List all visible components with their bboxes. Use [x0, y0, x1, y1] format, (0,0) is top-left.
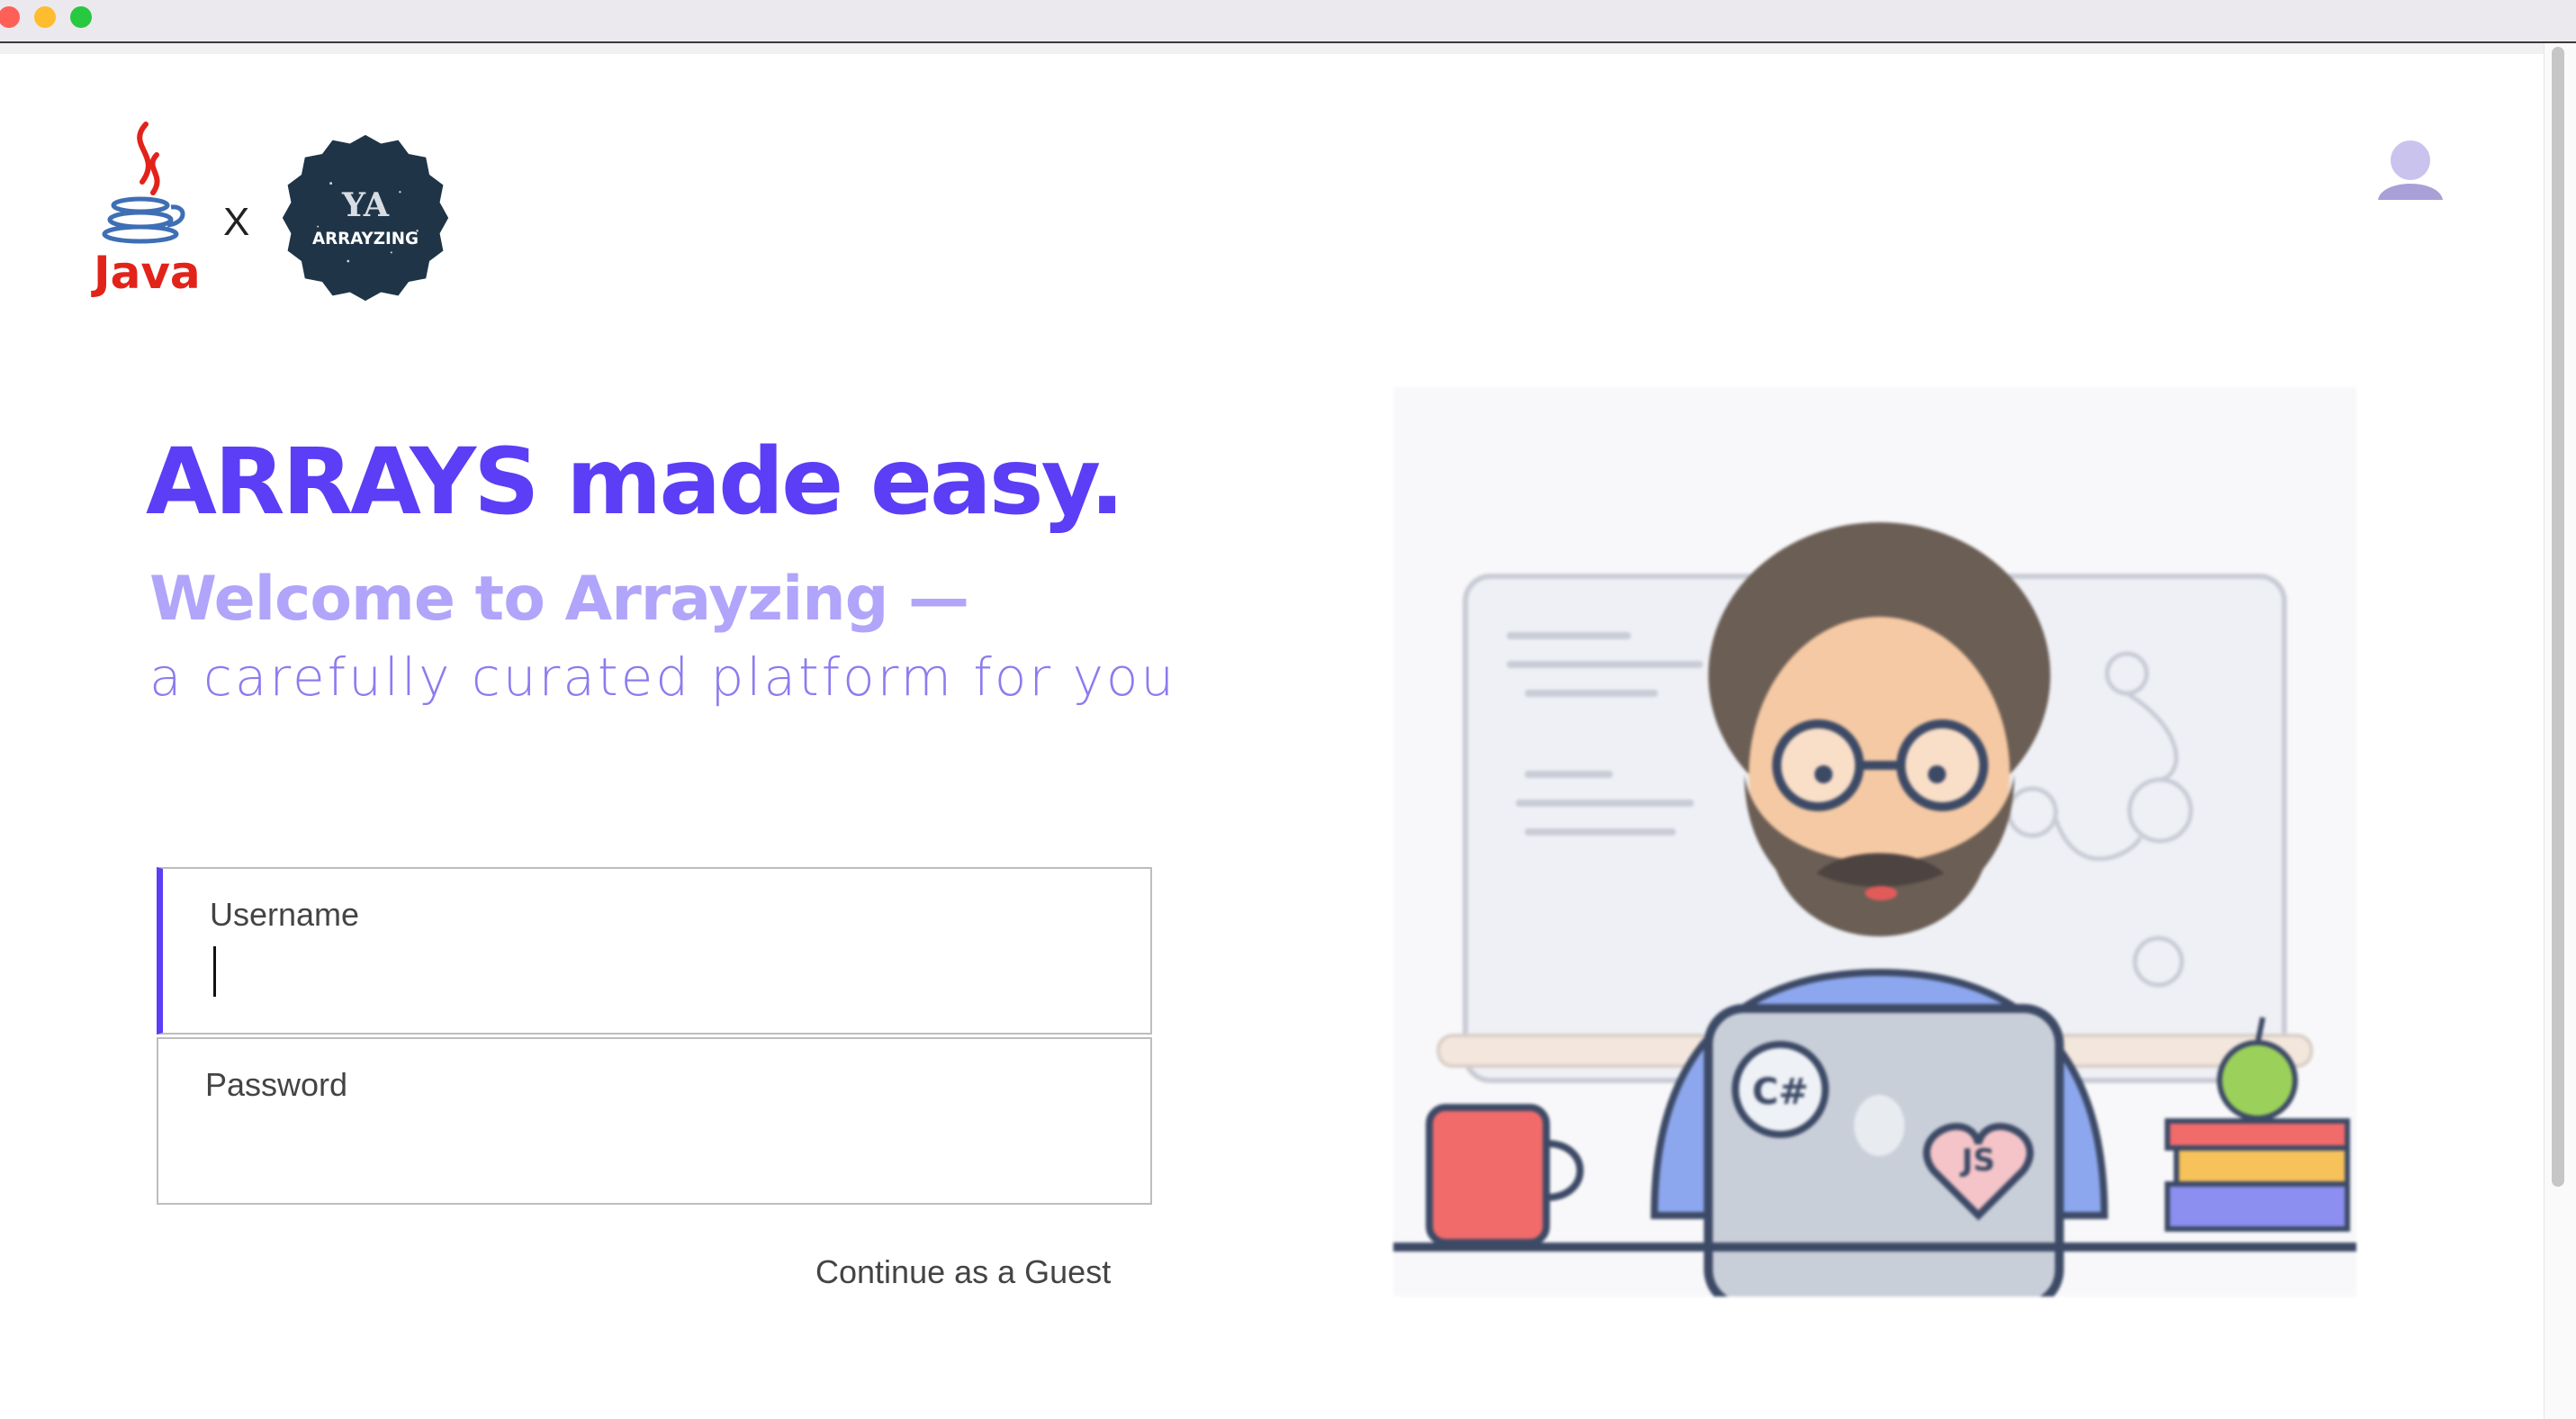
hero-tagline: a carefully curated platform for you [149, 646, 1177, 708]
maximize-window-icon[interactable] [70, 6, 92, 28]
toolbar-strip [0, 43, 2547, 54]
username-input[interactable] [206, 944, 1074, 1000]
logo-separator: X [223, 200, 250, 244]
hero-headline: ARRAYS made easy. [146, 429, 1124, 536]
java-logo-text: Java [91, 247, 198, 299]
window-titlebar [0, 0, 2576, 43]
username-field[interactable]: Username [157, 867, 1152, 1035]
minimize-window-icon[interactable] [34, 6, 56, 28]
java-logo-icon: Java [91, 122, 198, 299]
arrayzing-badge-logo: YA ARRAYZING [282, 134, 449, 302]
password-field[interactable]: Password [157, 1037, 1152, 1205]
hero-welcome: Welcome to Arrayzing — [149, 564, 969, 635]
close-window-icon[interactable] [0, 6, 20, 28]
continue-as-guest-link[interactable]: Continue as a Guest [815, 1253, 1111, 1291]
user-avatar-icon[interactable] [2376, 135, 2445, 203]
badge-monogram: YA [341, 185, 390, 224]
password-input[interactable] [202, 1115, 1069, 1170]
scrollbar-thumb[interactable] [2552, 47, 2564, 1187]
badge-text: ARRAYZING [312, 230, 419, 249]
username-label: Username [210, 896, 360, 933]
text-caret [213, 946, 216, 997]
laptop-sticker-csharp: C# [1752, 1071, 1809, 1113]
developer-illustration: C# JS [1393, 387, 2356, 1297]
laptop-sticker-js: JS [1959, 1143, 1995, 1179]
password-label: Password [205, 1066, 348, 1103]
